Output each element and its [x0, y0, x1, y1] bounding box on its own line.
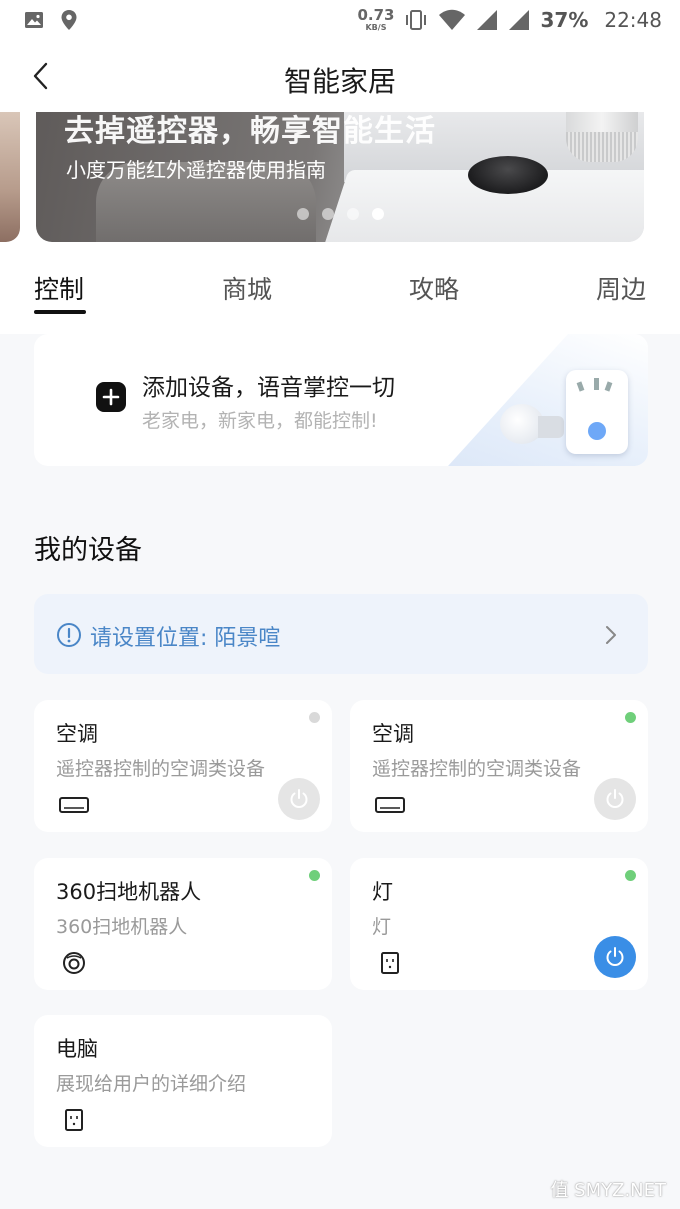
add-device-title: 添加设备，语音掌控一切	[142, 375, 395, 401]
device-description: 遥控器控制的空调类设备	[372, 758, 582, 780]
plug-slot	[594, 378, 599, 390]
device-card-robot-vacuum[interactable]: 360扫地机器人 360扫地机器人	[34, 858, 332, 990]
watermark: 值 SMYZ.NET	[550, 1180, 666, 1201]
power-button[interactable]	[594, 778, 636, 820]
banner-subtitle: 小度万能红外遥控器使用指南	[66, 158, 326, 182]
app-screen: 0.73 KB/S 37% 22:48 智能家居 去掉遥控器，畅享智能生活 小度…	[0, 0, 680, 1209]
device-name: 空调	[56, 722, 98, 746]
device-description: 展现给用户的详细介绍	[56, 1073, 247, 1095]
carousel-dot[interactable]	[347, 208, 359, 220]
bulb-base-illustration	[538, 416, 564, 438]
plug-led	[588, 422, 606, 440]
device-description: 遥控器控制的空调类设备	[56, 758, 266, 780]
carousel-indicator	[297, 208, 384, 220]
add-device-subtitle: 老家电，新家电，都能控制!	[142, 410, 378, 432]
page-title: 智能家居	[283, 65, 396, 98]
image-icon	[25, 12, 43, 28]
status-bar-left	[24, 9, 78, 31]
online-status-dot	[625, 712, 636, 723]
offline-status-dot	[309, 712, 320, 723]
carousel-dot-active[interactable]	[372, 208, 384, 220]
power-button[interactable]	[594, 936, 636, 978]
socket-icon	[65, 1109, 83, 1131]
status-bar-right: 0.73 KB/S 37% 22:48	[357, 4, 662, 36]
chevron-right-icon	[606, 626, 616, 644]
online-status-dot	[309, 870, 320, 881]
plug-slot	[604, 381, 613, 392]
tab-guides[interactable]: 攻略	[409, 270, 459, 306]
status-bar: 0.73 KB/S 37% 22:48	[0, 0, 680, 40]
smart-plug-illustration	[566, 370, 628, 454]
vibrate-icon	[406, 10, 427, 30]
power-icon	[290, 789, 308, 808]
network-speed-unit: KB/S	[365, 23, 387, 32]
set-location-text: 请设置位置: 陌景喧	[90, 626, 281, 651]
wifi-icon	[439, 9, 466, 30]
banner-previous-slide-peek[interactable]	[0, 112, 20, 242]
set-location-prompt[interactable]: 请设置位置: 陌景喧	[34, 594, 648, 674]
tab-accessories[interactable]: 周边	[596, 270, 646, 306]
plug-slot	[576, 381, 585, 392]
tab-control[interactable]: 控制	[34, 270, 84, 306]
device-name: 空调	[372, 722, 414, 746]
device-name: 灯	[372, 880, 393, 904]
tab-mall[interactable]: 商城	[222, 270, 272, 306]
power-icon	[606, 947, 624, 966]
banner-headline: 去掉遥控器，畅享智能生活	[64, 114, 436, 149]
device-name: 电脑	[56, 1037, 98, 1061]
banner-image-ir-remote	[468, 156, 548, 194]
app-header: 智能家居	[0, 40, 680, 112]
plus-icon[interactable]	[96, 382, 126, 412]
signal-icon	[509, 10, 530, 30]
air-conditioner-icon	[375, 797, 405, 813]
socket-icon	[381, 952, 399, 974]
power-icon	[606, 789, 624, 808]
signal-icon	[477, 10, 498, 30]
carousel-dot[interactable]	[322, 208, 334, 220]
status-clock: 22:48	[604, 8, 662, 32]
add-device-card[interactable]: 添加设备，语音掌控一切 老家电，新家电，都能控制!	[34, 334, 648, 466]
power-button[interactable]	[278, 778, 320, 820]
device-description: 灯	[372, 916, 392, 938]
location-pin-icon	[61, 10, 77, 30]
device-card-lamp[interactable]: 灯 灯	[350, 858, 648, 990]
tab-bar: 控制 商城 攻略 周边	[0, 242, 680, 334]
banner-image-speaker-grille	[566, 132, 638, 162]
air-conditioner-icon	[59, 797, 89, 813]
device-card-air-conditioner-2[interactable]: 空调 遥控器控制的空调类设备	[350, 700, 648, 832]
my-devices-heading: 我的设备	[34, 535, 142, 566]
network-speed-value: 0.73	[357, 6, 395, 24]
device-card-computer[interactable]: 电脑 展现给用户的详细介绍	[34, 1015, 332, 1147]
device-name: 360扫地机器人	[56, 880, 202, 904]
robot-vacuum-icon	[63, 952, 85, 974]
banner-carousel[interactable]: 去掉遥控器，畅享智能生活 小度万能红外遥控器使用指南	[0, 112, 680, 242]
info-icon	[57, 623, 81, 647]
device-description: 360扫地机器人	[56, 916, 188, 938]
network-speed: 0.73 KB/S	[357, 8, 394, 32]
device-card-air-conditioner-1[interactable]: 空调 遥控器控制的空调类设备	[34, 700, 332, 832]
carousel-dot[interactable]	[297, 208, 309, 220]
online-status-dot	[625, 870, 636, 881]
banner-slide[interactable]: 去掉遥控器，畅享智能生活 小度万能红外遥控器使用指南	[36, 112, 644, 242]
battery-level: 37%	[540, 8, 589, 32]
active-tab-indicator	[34, 310, 86, 314]
